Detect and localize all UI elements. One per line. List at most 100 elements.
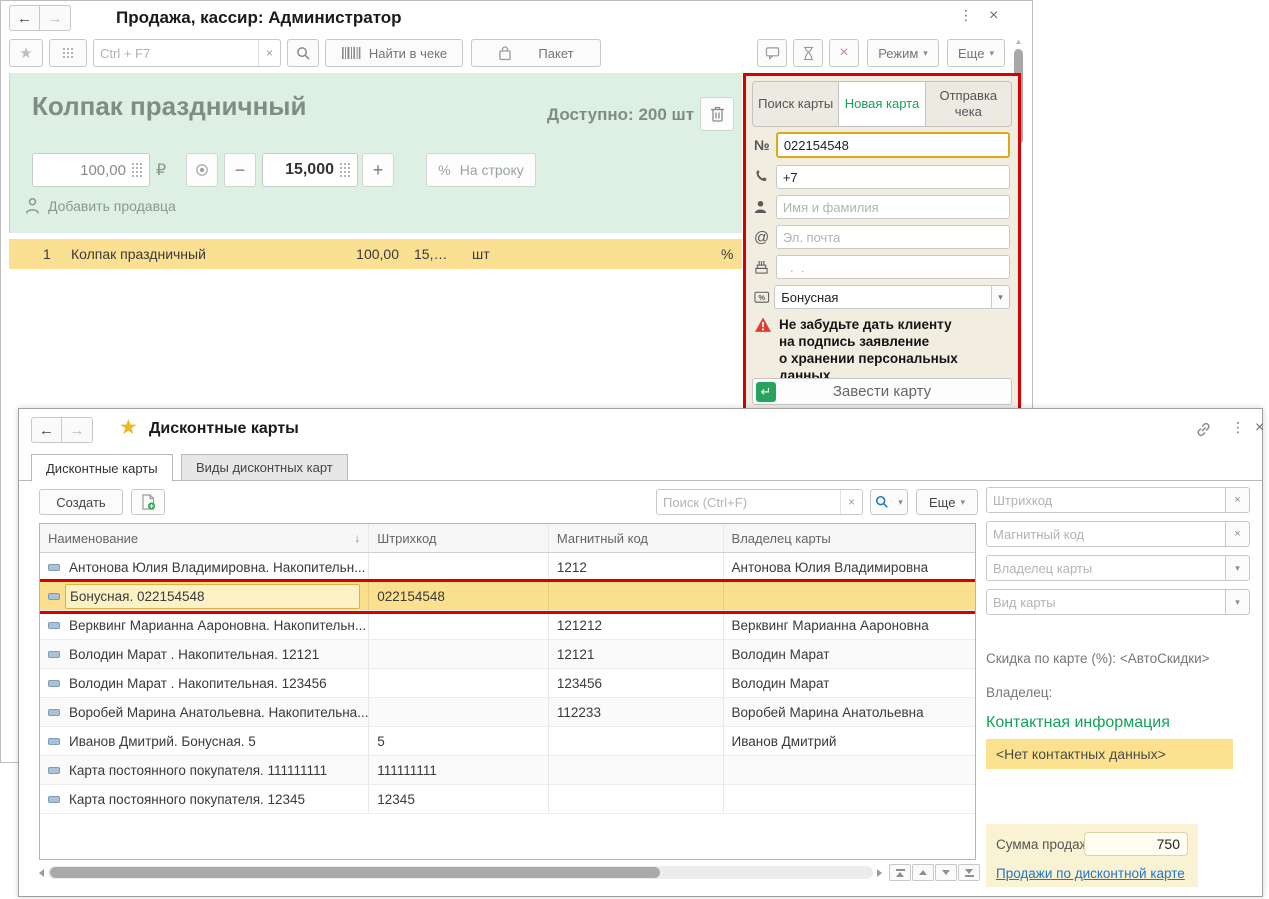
quick-search-input[interactable] — [93, 39, 281, 67]
create-button[interactable]: Создать — [39, 489, 123, 515]
forward-button[interactable]: → — [40, 5, 71, 31]
favorites-button[interactable]: ★ — [9, 39, 43, 67]
find-in-receipt-button[interactable]: Найти в чеке — [325, 39, 463, 67]
sales-by-card-link[interactable]: Продажи по дисконтной карте — [996, 866, 1185, 881]
sale-close-button[interactable]: × — [989, 7, 998, 25]
email-input[interactable] — [775, 225, 1010, 249]
table-row[interactable]: Володин Марат . Накопительная. 12121 121… — [40, 640, 975, 669]
table-row[interactable]: Верквинг Марианна Аароновна. Накопительн… — [40, 611, 975, 640]
filter-owner-input[interactable] — [986, 555, 1226, 581]
scroll-right-icon[interactable] — [877, 868, 882, 877]
back-icon: ← — [17, 9, 32, 27]
table-row[interactable]: Карта постоянного покупателя. 111111111 … — [40, 756, 975, 785]
hourglass-icon — [803, 46, 813, 60]
tab-send-receipt[interactable]: Отправка чека — [926, 82, 1011, 126]
table-search-input[interactable] — [656, 489, 863, 515]
clear-search-icon[interactable]: × — [840, 490, 862, 514]
back-button[interactable]: ← — [31, 417, 62, 443]
card-type-select[interactable] — [774, 285, 993, 309]
numpad-icon — [340, 162, 351, 178]
dropdown-icon[interactable]: ▾ — [1225, 589, 1250, 615]
menu-grid-button[interactable] — [49, 39, 87, 67]
bag-icon — [499, 45, 512, 60]
go-up-button[interactable] — [912, 864, 934, 881]
search-options-button[interactable]: ▾ — [870, 489, 908, 515]
card-type-dropdown-icon[interactable]: ▾ — [991, 285, 1010, 309]
create-card-button[interactable]: ↵ Завести карту — [752, 378, 1012, 405]
sale-kebab-menu[interactable]: ⋮ — [959, 7, 974, 24]
go-first-button[interactable] — [889, 864, 911, 881]
sale-nav-buttons: ← → — [9, 5, 71, 31]
table-row[interactable]: Иванов Дмитрий. Бонусная. 5 5 Иванов Дми… — [40, 727, 975, 756]
favorite-star-icon[interactable]: ★ — [119, 415, 138, 440]
tab-new-card[interactable]: Новая карта — [839, 82, 926, 126]
scrollbar-track[interactable] — [48, 866, 873, 879]
postpone-button[interactable] — [793, 39, 823, 67]
clear-icon[interactable]: × — [1225, 521, 1250, 547]
table-row-selected[interactable]: Бонусная. 022154548 022154548 — [40, 579, 975, 614]
package-button[interactable]: Пакет — [471, 39, 601, 67]
filter-magnetic-input[interactable] — [986, 521, 1226, 547]
table-header[interactable]: Наименование ↓ Штрихкод Магнитный код Вла… — [40, 524, 975, 553]
quantity-field[interactable]: 15,000 — [262, 153, 358, 187]
price-field[interactable]: 100,00 — [32, 153, 150, 187]
tab-discount-cards[interactable]: Дисконтные карты — [31, 454, 173, 482]
cards-more-button[interactable]: Еще ▾ — [916, 489, 978, 515]
phone-input[interactable] — [775, 165, 1010, 189]
go-last-button[interactable] — [958, 864, 980, 881]
table-horizontal-scrollbar[interactable] — [39, 864, 882, 881]
link-icon — [1197, 422, 1210, 437]
scrollbar-thumb[interactable] — [50, 867, 660, 878]
filter-barcode-input[interactable] — [986, 487, 1226, 513]
go-down-button[interactable] — [935, 864, 957, 881]
create-by-copy-button[interactable] — [131, 489, 165, 515]
dropdown-icon[interactable]: ▾ — [1225, 555, 1250, 581]
discount-cards-window: ← → ★ Дисконтные карты ⋮ × Дисконтные ка… — [18, 408, 1264, 897]
table-row[interactable]: Володин Марат . Накопительная. 123456 12… — [40, 669, 975, 698]
tab-card-types[interactable]: Виды дисконтных карт — [181, 454, 348, 481]
table-row[interactable]: Воробей Марина Анатольевна. Накопительна… — [40, 698, 975, 727]
birthday-input[interactable] — [775, 255, 1010, 279]
filter-card-type-input[interactable] — [986, 589, 1226, 615]
cards-kebab-menu[interactable]: ⋮ — [1231, 419, 1245, 436]
minus-icon: − — [234, 159, 246, 180]
table-row[interactable]: Антонова Юлия Владимировна. Накопительн.… — [40, 553, 975, 582]
clear-icon[interactable]: × — [1225, 487, 1250, 513]
card-number-input[interactable] — [775, 132, 1010, 158]
tab-card-search[interactable]: Поиск карты — [753, 82, 840, 126]
enter-icon: ↵ — [756, 382, 776, 402]
delete-row-button[interactable] — [700, 97, 734, 131]
scroll-left-icon[interactable] — [39, 868, 44, 877]
cards-close-button[interactable]: × — [1255, 419, 1264, 437]
forward-icon: → — [69, 421, 85, 439]
quantity-minus-button[interactable]: − — [224, 153, 256, 187]
search-icon — [876, 495, 889, 508]
col-name: Наименование ↓ — [40, 524, 370, 552]
cards-more-label: Еще — [929, 494, 956, 510]
create-card-label: Завести карту — [832, 383, 932, 400]
scroll-up-icon[interactable]: ▲ — [1012, 37, 1025, 46]
add-seller-button[interactable]: Добавить продавца — [24, 197, 176, 215]
comment-button[interactable] — [757, 39, 787, 67]
down-icon — [965, 868, 973, 874]
mode-button[interactable]: Режим ▾ — [867, 39, 939, 67]
clear-search-icon[interactable]: × — [258, 40, 280, 66]
forward-button[interactable]: → — [62, 417, 93, 443]
person-add-icon — [25, 198, 40, 214]
client-name-input[interactable] — [775, 195, 1010, 219]
line-discount-button[interactable]: % На строку — [426, 153, 536, 187]
receipt-line[interactable]: 1 Колпак праздничный 100,00 15,… шт % — [9, 239, 742, 269]
contacts-header: Контактная информация — [986, 714, 1170, 731]
cancel-receipt-button[interactable]: × — [829, 39, 859, 67]
cancel-x-icon: × — [839, 44, 849, 61]
quantity-plus-button[interactable]: + — [362, 153, 394, 187]
discount-line: Скидка по карте (%): <АвтоСкидки> — [986, 651, 1210, 666]
get-link-button[interactable] — [1195, 421, 1212, 443]
back-button[interactable]: ← — [9, 5, 40, 31]
table-row[interactable]: Карта постоянного покупателя. 12345 1234… — [40, 785, 975, 814]
search-button[interactable] — [287, 39, 319, 67]
view-button[interactable] — [186, 153, 218, 187]
up-icon — [896, 871, 904, 877]
sale-more-button[interactable]: Еще ▾ — [947, 39, 1005, 67]
svg-text:%: % — [758, 293, 765, 302]
